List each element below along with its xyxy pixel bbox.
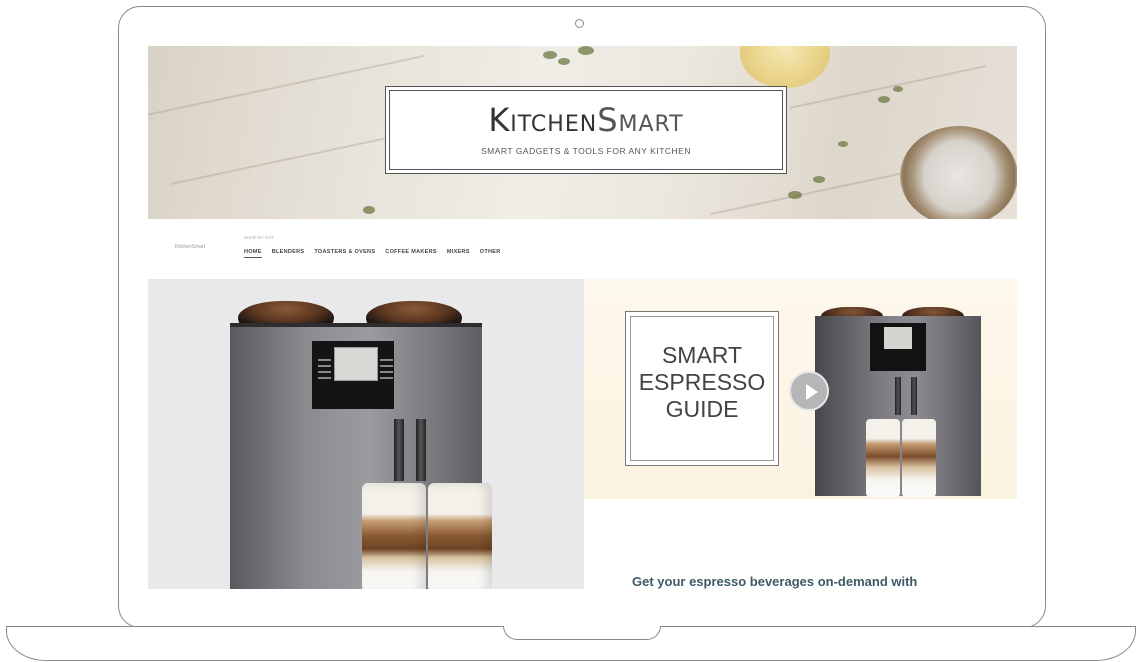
site-logo[interactable]: KitchenSmart SMART GADGETS & TOOLS FOR A… xyxy=(385,86,787,174)
herb-leaf xyxy=(558,58,570,65)
panel-grille xyxy=(380,365,393,367)
laptop-notch xyxy=(503,626,661,640)
logo-brand-bold: Kitchen xyxy=(488,101,598,139)
logo-title: KitchenSmart xyxy=(386,101,786,139)
herb-leaf xyxy=(578,46,594,55)
herb-leaf xyxy=(788,191,802,199)
salt-bowl xyxy=(900,126,1017,219)
lemon-slice xyxy=(740,46,830,88)
herb-leaf xyxy=(838,141,848,147)
guide-title-line: SMART xyxy=(661,342,743,368)
coffee-spout xyxy=(911,377,917,415)
herb-leaf xyxy=(543,51,557,59)
latte-glass xyxy=(866,419,900,497)
nav-link-blenders[interactable]: BLENDERS xyxy=(272,249,305,258)
panel-grille xyxy=(318,365,331,367)
coffee-spout xyxy=(394,419,404,481)
herb-leaf xyxy=(893,86,903,92)
latte-glass xyxy=(428,483,492,589)
play-button[interactable] xyxy=(789,371,829,411)
nav-link-toasters-ovens[interactable]: TOASTERS & OVENS xyxy=(314,249,375,258)
coffee-spout xyxy=(416,419,426,481)
panel-grille xyxy=(318,371,331,373)
herb-leaf xyxy=(878,96,890,103)
espresso-guide-card[interactable]: SMART ESPRESSO GUIDE xyxy=(625,311,779,466)
camera-icon xyxy=(575,19,584,28)
panel-grille xyxy=(380,377,393,379)
panel-grille xyxy=(380,359,393,361)
wood-grain xyxy=(148,54,425,120)
coffee-spout xyxy=(895,377,901,415)
play-icon xyxy=(806,384,818,400)
panel-grille xyxy=(318,359,331,361)
panel-grille xyxy=(380,371,393,373)
nav-brand[interactable]: KitchenSmart xyxy=(175,244,205,250)
product-image-panel[interactable] xyxy=(148,279,584,589)
promo-panel: SMART ESPRESSO GUIDE Get your espresso b… xyxy=(584,279,1017,589)
herb-leaf xyxy=(813,176,825,183)
panel-grille xyxy=(318,377,331,379)
guide-title-line: ESPRESSO xyxy=(638,369,766,395)
nav-link-other[interactable]: OTHER xyxy=(480,249,501,258)
main-navigation: KitchenSmart SHOP BY CAT HOME BLENDERS T… xyxy=(148,219,1017,280)
logo-brand-light: Smart xyxy=(597,101,684,139)
nav-links: HOME BLENDERS TOASTERS & OVENS COFFEE MA… xyxy=(244,249,501,258)
guide-title: SMART ESPRESSO GUIDE xyxy=(626,342,778,423)
herb-leaf xyxy=(363,206,375,214)
promo-description: Get your espresso beverages on-demand wi… xyxy=(632,574,918,589)
website-screen: KitchenSmart SMART GADGETS & TOOLS FOR A… xyxy=(148,46,1017,589)
latte-glass xyxy=(902,419,936,497)
nav-link-mixers[interactable]: MIXERS xyxy=(447,249,470,258)
hero-banner: KitchenSmart SMART GADGETS & TOOLS FOR A… xyxy=(148,46,1017,219)
breadcrumb: SHOP BY CAT xyxy=(244,235,274,240)
machine-display xyxy=(884,327,912,349)
logo-tagline: SMART GADGETS & TOOLS FOR ANY KITCHEN xyxy=(481,146,691,156)
nav-link-coffee-makers[interactable]: COFFEE MAKERS xyxy=(385,249,437,258)
guide-title-line: GUIDE xyxy=(665,396,739,422)
nav-link-home[interactable]: HOME xyxy=(244,249,262,258)
machine-display xyxy=(334,347,378,381)
latte-glass xyxy=(362,483,426,589)
